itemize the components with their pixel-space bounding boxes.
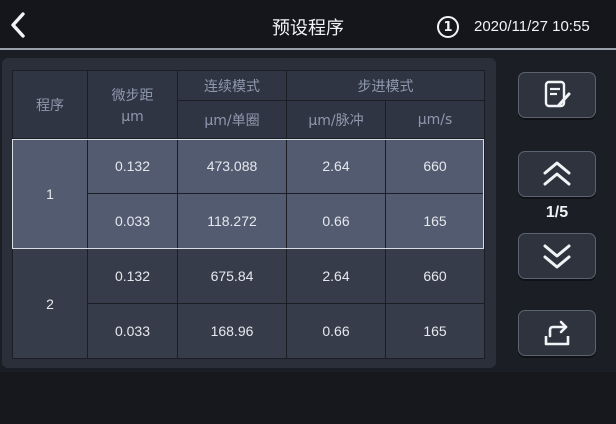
microstep-cell[interactable]: 0.033 [87,303,178,359]
chevron-left-icon [11,12,25,38]
export-icon [544,320,570,346]
header-program: 程序 [12,70,88,139]
header-continuous-mode: 连续模式 [177,70,287,101]
header-divider [0,48,616,50]
page-down-button[interactable] [518,233,596,279]
per-turn-cell[interactable]: 168.96 [177,303,287,359]
page-up-button[interactable] [518,151,596,197]
page-indicator: 1/5 [545,204,569,221]
per-pulse-cell[interactable]: 2.64 [286,248,386,304]
header-per-pulse: μm/脉冲 [286,100,386,139]
per-pulse-cell[interactable]: 2.64 [286,138,386,194]
program-id-cell[interactable]: 2 [12,248,88,359]
table-row[interactable]: 1 0.132 473.088 2.64 660 [12,138,485,249]
table-row[interactable]: 2 0.132 675.84 2.64 660 [12,248,485,359]
per-turn-cell[interactable]: 118.272 [177,193,287,249]
per-turn-cell[interactable]: 675.84 [177,248,287,304]
edit-note-icon [544,80,571,108]
microstep-cell[interactable]: 0.033 [87,193,178,249]
bottom-area [0,372,616,424]
per-turn-cell[interactable]: 473.088 [177,138,287,194]
header-speed: μm/s [385,100,485,139]
preset-program-table: 程序 微步距 μm 连续模式 步进模式 μm/单圈 μm/脉冲 μm/s 1 0… [12,70,485,359]
microstep-cell[interactable]: 0.132 [87,248,178,304]
header-step-mode: 步进模式 [286,70,485,101]
per-pulse-cell[interactable]: 0.66 [286,193,386,249]
page-title: 预设程序 [272,18,344,39]
speed-cell[interactable]: 165 [385,193,485,249]
back-button[interactable] [4,10,32,40]
header-per-turn: μm/单圈 [177,100,287,139]
datetime-display: 2020/11/27 10:55 [474,18,590,35]
per-pulse-cell[interactable]: 0.66 [286,303,386,359]
header-microstep: 微步距 μm [87,70,178,139]
user-number-badge: 1 [437,16,459,38]
double-chevron-up-icon [543,161,571,186]
program-id-cell[interactable]: 1 [12,138,88,249]
speed-cell[interactable]: 660 [385,138,485,194]
speed-cell[interactable]: 165 [385,303,485,359]
double-chevron-down-icon [543,244,571,269]
microstep-cell[interactable]: 0.132 [87,138,178,194]
edit-button[interactable] [518,72,596,118]
header-microstep-label: 微步距 [111,87,154,104]
export-button[interactable] [518,310,596,356]
header-microstep-unit: μm [121,108,144,125]
speed-cell[interactable]: 660 [385,248,485,304]
